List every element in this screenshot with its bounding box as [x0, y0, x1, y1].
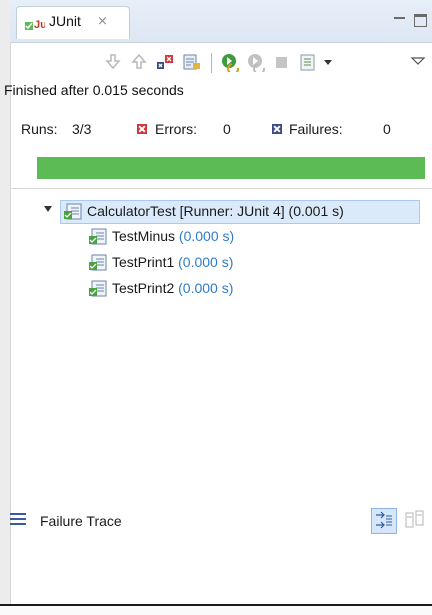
previous-failure-icon[interactable] [129, 52, 149, 72]
close-icon[interactable]: ⨯ [97, 13, 108, 29]
test-name: TestPrint1 [112, 254, 175, 270]
failures-label: Failures: [289, 121, 343, 137]
failures-only-icon[interactable] [155, 52, 175, 72]
errors-value: 0 [223, 121, 231, 137]
failure-icon [272, 124, 282, 134]
test-tree[interactable]: CalculatorTest [Runner: JUnit 4] (0.001 … [10, 192, 432, 492]
stack-trace-icon [10, 513, 26, 527]
compare-icon [405, 510, 424, 528]
test-counters: Runs: 3/3 Errors: 0 Failures: 0 [10, 118, 432, 148]
junit-icon: Ju [25, 19, 45, 31]
errors-label: Errors: [155, 121, 197, 137]
junit-toolbar [10, 42, 432, 80]
failures-value: 0 [383, 121, 391, 137]
error-icon [137, 124, 147, 134]
test-time: (0.000 s) [178, 254, 234, 270]
bottom-margin [0, 606, 432, 615]
test-time: (0.000 s) [178, 228, 235, 244]
test-ok-icon [89, 228, 107, 245]
view-menu-icon[interactable] [408, 52, 428, 72]
filter-icon [376, 511, 392, 529]
svg-text:Ju: Ju [34, 19, 45, 31]
runs-value: 3/3 [72, 121, 92, 137]
stop-icon[interactable] [272, 52, 292, 72]
test-name: TestMinus [112, 228, 176, 244]
maximize-button[interactable] [414, 14, 427, 27]
progress-bar [37, 157, 425, 179]
tree-root-node[interactable]: CalculatorTest [Runner: JUnit 4] (0.001 … [60, 200, 420, 224]
tree-root-label: CalculatorTest [Runner: JUnit 4] [87, 203, 285, 219]
view-tab-bar: Ju JUnit ⨯ [10, 0, 432, 43]
history-icon[interactable] [298, 52, 318, 72]
collapse-toggle-icon[interactable] [44, 206, 52, 212]
runs-label: Runs: [21, 121, 58, 137]
run-status-text: Finished after 0.015 seconds [4, 82, 184, 98]
minimize-button[interactable] [392, 12, 408, 26]
dropdown-icon[interactable] [318, 52, 338, 72]
scroll-lock-icon[interactable] [182, 52, 202, 72]
compare-results-button[interactable] [403, 508, 427, 532]
tree-root-time: (0.001 s) [288, 203, 344, 219]
next-failure-icon[interactable] [103, 52, 123, 72]
tab-title: JUnit [49, 13, 81, 29]
progress-fill [37, 157, 425, 179]
test-ok-icon [89, 254, 107, 271]
test-time: (0.000 s) [178, 280, 234, 296]
test-suite-ok-icon [64, 203, 82, 220]
divider [10, 188, 432, 189]
test-name: TestPrint2 [112, 280, 175, 296]
tab-junit[interactable]: Ju JUnit ⨯ [16, 6, 130, 39]
rerun-failed-first-icon[interactable] [246, 52, 266, 72]
rerun-icon[interactable] [220, 52, 240, 72]
failure-trace-header: Failure Trace [10, 505, 432, 539]
filter-stack-trace-button[interactable] [371, 508, 397, 534]
toolbar-separator [211, 53, 212, 73]
test-ok-icon [89, 280, 107, 297]
failure-trace-label: Failure Trace [40, 513, 122, 529]
